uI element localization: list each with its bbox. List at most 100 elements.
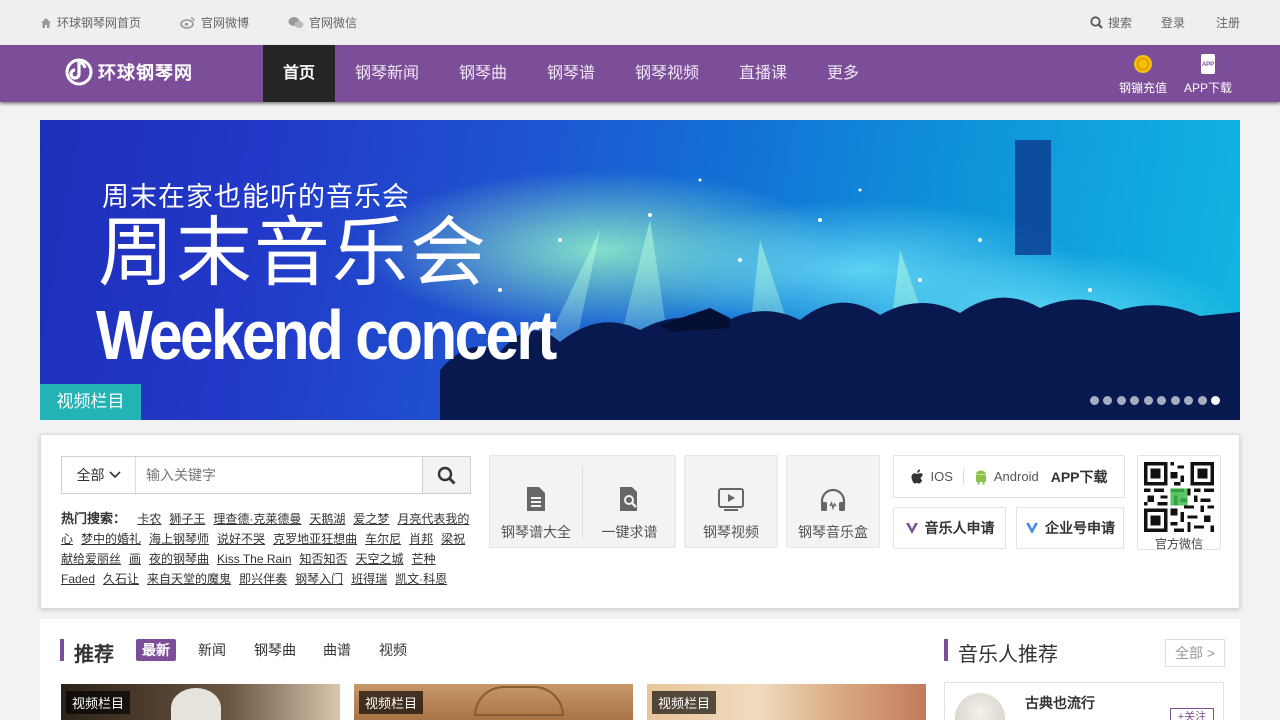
video-tool[interactable]: 钢琴视频 [684, 455, 778, 548]
weibo-icon [180, 17, 195, 29]
nav-live[interactable]: 直播课 [739, 45, 787, 102]
carousel-dot[interactable] [1211, 396, 1220, 405]
coin-icon [1134, 55, 1152, 73]
banner-subtitle: 周末在家也能听的音乐会 [102, 182, 410, 212]
hot-search-term[interactable]: 海上钢琴师 [149, 532, 209, 546]
app-download-button[interactable]: APP APP下载 [1173, 53, 1243, 96]
musicians-all-button[interactable]: 全部 > [1165, 639, 1225, 667]
nav-songs[interactable]: 钢琴曲 [459, 45, 507, 102]
musician-apply-label: 音乐人申请 [924, 520, 995, 536]
recommend-thumb-2[interactable]: 视频栏目 [354, 684, 633, 720]
musician-apply-button[interactable]: 音乐人申请 [893, 507, 1006, 549]
hero-banner[interactable]: 周末在家也能听的音乐会 周末音乐会 Weekend concert 视频栏目 [40, 120, 1240, 420]
android-label: Android [993, 469, 1039, 484]
hot-search-term[interactable]: 即兴伴奏 [239, 572, 287, 586]
hot-search-term[interactable]: 芒种 [412, 552, 436, 566]
recharge-button[interactable]: 钢镚充值 [1108, 53, 1178, 96]
nav-more[interactable]: 更多 [827, 45, 859, 102]
app-download-label: APP下载 [1183, 81, 1232, 95]
hot-search-term[interactable]: 久石让 [103, 572, 139, 586]
hot-search-term[interactable]: 天鹅湖 [309, 512, 345, 526]
tab-sheets[interactable]: 曲谱 [323, 639, 351, 661]
request-sheet-button[interactable]: 一键求谱 [583, 456, 676, 549]
hot-search-term[interactable]: 梁祝 [441, 532, 465, 546]
thumb-label: 视频栏目 [652, 691, 717, 714]
wechat-link[interactable]: 官网微信 [288, 0, 357, 45]
hot-search-term[interactable]: 狮子王 [169, 512, 205, 526]
login-link[interactable]: 登录 [1161, 0, 1185, 45]
hot-search-term[interactable]: 爱之梦 [353, 512, 389, 526]
carousel-dot[interactable] [1143, 396, 1153, 405]
headphones-icon [820, 488, 846, 511]
tab-songs[interactable]: 钢琴曲 [254, 639, 296, 661]
search-submit-button[interactable] [422, 457, 470, 493]
hot-search-term[interactable]: 克罗地亚狂想曲 [273, 532, 357, 546]
weibo-link[interactable]: 官网微博 [180, 0, 249, 45]
search-document-icon [619, 487, 637, 511]
apple-icon [911, 468, 924, 483]
carousel-dot[interactable] [1089, 396, 1099, 405]
hot-search-term[interactable]: Faded [61, 572, 95, 586]
hot-search-term[interactable]: Kiss The Rain [217, 552, 291, 566]
carousel-dot[interactable] [1103, 396, 1112, 405]
carousel-dot[interactable] [1157, 396, 1166, 405]
document-icon [527, 487, 545, 511]
carousel-dot[interactable] [1184, 396, 1193, 405]
app-download-card[interactable]: IOS Android APP下载 [893, 455, 1125, 498]
musician-accent-bar [944, 639, 948, 661]
carousel-dot[interactable] [1170, 396, 1180, 405]
banner-title-cn: 周末音乐会 [98, 211, 488, 296]
nav-sheets[interactable]: 钢琴谱 [547, 45, 595, 102]
hot-search-term[interactable]: 说好不哭 [217, 532, 265, 546]
follow-button[interactable]: +关注 [1170, 708, 1214, 720]
sheet-library-label: 钢琴谱大全 [501, 524, 571, 540]
register-label: 注册 [1216, 16, 1241, 30]
top-search-label: 搜索 [1108, 16, 1133, 30]
recommend-thumb-1[interactable]: 视频栏目 [61, 684, 340, 720]
carousel-dot[interactable] [1116, 396, 1126, 405]
sheet-library-button[interactable]: 钢琴谱大全 [490, 456, 582, 549]
hot-search-term[interactable]: 梦中的婚礼 [81, 532, 141, 546]
site-logo[interactable]: 环球钢琴网 [64, 58, 193, 86]
search-category-select[interactable]: 全部 [62, 457, 136, 493]
carousel-dot[interactable] [1130, 396, 1139, 405]
company-apply-label: 企业号申请 [1045, 520, 1115, 536]
hot-search-term[interactable]: 钢琴入门 [295, 572, 343, 586]
nav-videos[interactable]: 钢琴视频 [635, 45, 699, 102]
nav-news[interactable]: 钢琴新闻 [355, 45, 419, 102]
qr-code-image [1144, 462, 1214, 532]
musician-card[interactable]: 古典也流行 +关注 [944, 682, 1224, 720]
video-tool-label: 钢琴视频 [703, 524, 759, 540]
hot-search-term[interactable]: 凯文·科恩 [395, 572, 447, 586]
hot-search-term[interactable]: 理查德·克莱德曼 [213, 512, 301, 526]
search-input[interactable] [136, 457, 422, 493]
tab-videos[interactable]: 视频 [379, 639, 407, 661]
hot-search-term[interactable]: 夜的钢琴曲 [149, 552, 209, 566]
phone-app-icon: APP [1201, 54, 1215, 74]
tab-news[interactable]: 新闻 [198, 639, 226, 661]
hot-search-term[interactable]: 画 [129, 552, 141, 566]
top-search-link[interactable]: 搜索 [1090, 0, 1132, 45]
hot-search-term[interactable]: 车尔尼 [365, 532, 401, 546]
tab-latest[interactable]: 最新 [136, 639, 176, 661]
company-apply-button[interactable]: 企业号申请 [1016, 507, 1124, 549]
hot-search-term[interactable]: 卡农 [137, 512, 161, 526]
recommend-thumb-3[interactable]: 视频栏目 [647, 684, 926, 720]
search-icon [437, 466, 456, 484]
hot-search-term[interactable]: 班得瑞 [351, 572, 387, 586]
musicbox-tool[interactable]: 钢琴音乐盒 [786, 455, 880, 548]
nav-home[interactable]: 首页 [263, 45, 335, 102]
hot-search-term[interactable]: 知否知否 [300, 552, 348, 566]
qr-label: 官方微信 [1154, 537, 1203, 551]
logo-icon [65, 58, 93, 86]
carousel-dot[interactable] [1197, 396, 1207, 405]
hot-search-term[interactable]: 肖邦 [409, 532, 433, 546]
hot-search-term[interactable]: 献给爱丽丝 [61, 552, 121, 566]
home-link[interactable]: 环球钢琴网首页 [40, 0, 141, 45]
hot-search-term[interactable]: 来自天堂的魔鬼 [147, 572, 231, 586]
sheet-tools-group: 钢琴谱大全 一键求谱 [489, 455, 676, 548]
hot-search-term[interactable]: 天空之城 [356, 552, 404, 566]
register-link[interactable]: 注册 [1216, 0, 1240, 45]
recommend-title: 推荐 [74, 644, 114, 666]
musician-name: 古典也流行 [1025, 695, 1095, 711]
